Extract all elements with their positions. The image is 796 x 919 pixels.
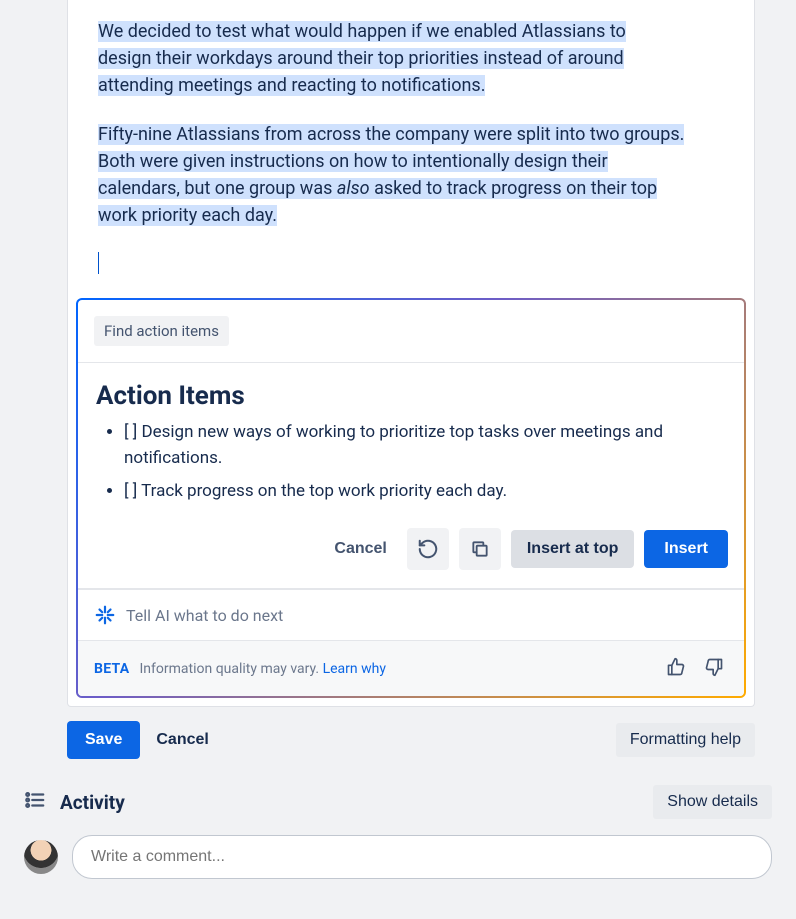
learn-why-link[interactable]: Learn why: [323, 661, 386, 677]
insert-button[interactable]: Insert: [644, 530, 728, 568]
ai-info-text: Information quality may vary. Learn why: [140, 661, 386, 677]
thumbs-up-button[interactable]: [662, 653, 690, 684]
thumbs-up-icon: [666, 657, 686, 677]
ai-result-title: Action Items: [96, 381, 726, 411]
ai-panel-header: Find action items: [78, 300, 744, 362]
selection[interactable]: We decided to test what would happen if …: [98, 21, 626, 42]
editor-action-row: Save Cancel Formatting help: [67, 707, 755, 759]
beta-badge: BETA: [94, 661, 130, 677]
selection[interactable]: asked to track progress on their top: [370, 178, 658, 199]
ai-footer: BETA Information quality may vary. Learn…: [78, 640, 744, 696]
activity-icon: [24, 789, 46, 815]
ai-prompt-row[interactable]: Tell AI what to do next: [78, 589, 744, 640]
selection[interactable]: Fifty-nine Atlassians from across the co…: [98, 124, 684, 145]
selection-em[interactable]: also: [337, 178, 370, 199]
save-button[interactable]: Save: [67, 721, 140, 759]
list-item: [ ] Design new ways of working to priori…: [124, 419, 726, 472]
selection[interactable]: design their workdays around their top p…: [98, 48, 624, 69]
avatar[interactable]: [24, 840, 58, 874]
action-items-list: [ ] Design new ways of working to priori…: [96, 419, 726, 504]
formatting-help-button[interactable]: Formatting help: [616, 723, 755, 757]
retry-icon: [417, 538, 439, 560]
ai-prompt-chip[interactable]: Find action items: [94, 316, 229, 346]
document-content[interactable]: We decided to test what would happen if …: [68, 18, 754, 298]
copy-icon: [470, 539, 490, 559]
selection[interactable]: calendars, but one group was: [98, 178, 337, 199]
cancel-button[interactable]: Cancel: [324, 532, 396, 566]
copy-button[interactable]: [459, 528, 501, 570]
ai-panel-body: Action Items [ ] Design new ways of work…: [78, 363, 744, 514]
selection[interactable]: attending meetings and reacting to notif…: [98, 75, 485, 96]
editor-card: We decided to test what would happen if …: [67, 0, 755, 707]
paragraph-2[interactable]: Fifty-nine Atlassians from across the co…: [98, 121, 724, 229]
cancel-button[interactable]: Cancel: [156, 731, 208, 749]
ai-panel: Find action items Action Items [ ] Desig…: [76, 298, 746, 698]
comment-row: [10, 835, 786, 879]
ai-action-bar: Cancel Insert at top Insert: [78, 514, 744, 588]
text-cursor: [98, 252, 99, 274]
paragraph-1[interactable]: We decided to test what would happen if …: [98, 18, 724, 99]
comment-input[interactable]: [72, 835, 772, 879]
activity-title: Activity: [60, 791, 125, 814]
ai-sparkle-icon: [94, 604, 116, 626]
insert-at-top-button[interactable]: Insert at top: [511, 530, 635, 568]
selection[interactable]: work priority each day.: [98, 205, 277, 226]
thumbs-down-button[interactable]: [700, 653, 728, 684]
show-details-button[interactable]: Show details: [653, 785, 772, 819]
list-item: [ ] Track progress on the top work prior…: [124, 478, 726, 504]
selection[interactable]: Both were given instructions on how to i…: [98, 151, 608, 172]
activity-header: Activity Show details: [10, 785, 786, 819]
retry-button[interactable]: [407, 528, 449, 570]
ai-prompt-placeholder: Tell AI what to do next: [126, 606, 283, 625]
thumbs-down-icon: [704, 657, 724, 677]
